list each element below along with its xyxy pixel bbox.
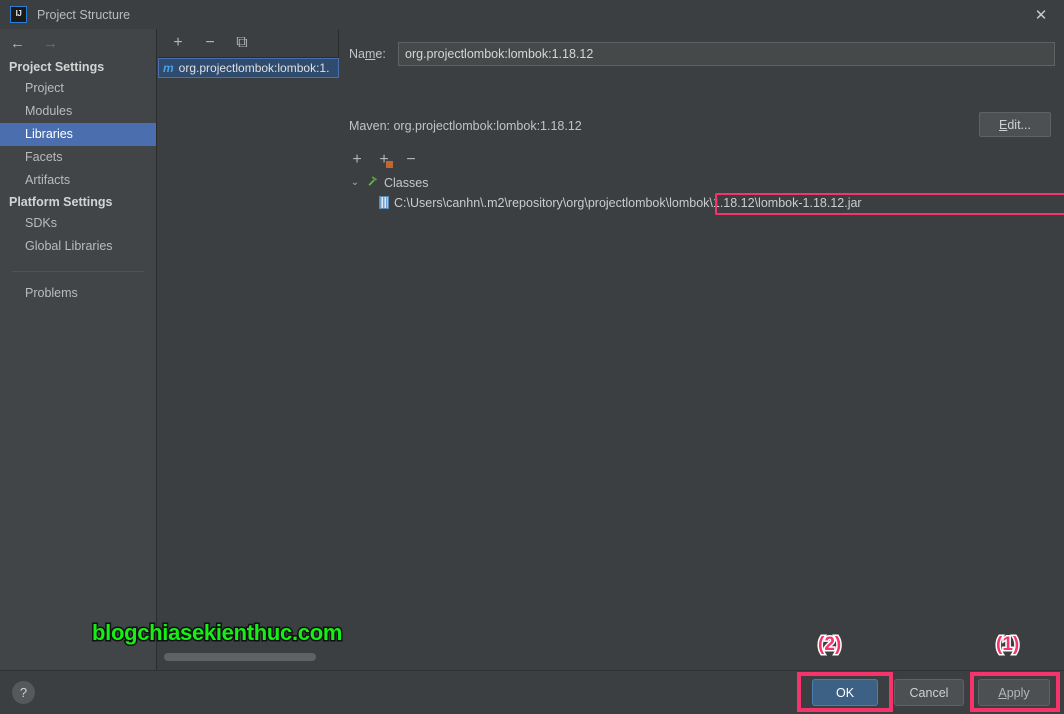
library-roots-tree: ⌄ Classes C:\Users\canhn\.m2\repository\… [349,173,1055,212]
cancel-button[interactable]: Cancel [894,679,964,706]
intellij-idea-logo-icon [10,6,27,23]
name-label: Name: [349,47,386,61]
ok-button[interactable]: OK [812,679,878,706]
window-title: Project Structure [37,7,131,22]
sidebar-group-platform-settings: Platform Settings SDKs Global Libraries [0,192,156,258]
sidebar-group-title: Project Settings [9,60,105,74]
sidebar-item-libraries[interactable]: Libraries [0,123,156,146]
copy-library-icon[interactable]: ⧉ [234,35,250,51]
maven-library-icon: m [163,61,174,75]
sidebar-item-problems[interactable]: Problems [0,282,156,305]
chevron-down-icon[interactable]: ⌄ [349,178,361,188]
sidebar-item-global-libraries[interactable]: Global Libraries [0,235,156,258]
sidebar-item-facets[interactable]: Facets [0,146,156,169]
library-list-toolbar: + − ⧉ [158,29,338,57]
library-roots-toolbar: + + − [349,149,419,171]
back-arrow-icon[interactable]: ← [10,36,25,51]
jar-archive-icon [379,196,389,209]
settings-sidebar: ← → Project Settings Project Modules Lib… [0,29,157,670]
project-structure-dialog: Project Structure ✕ ← → Project Settings… [0,0,1064,714]
sidebar-item-modules[interactable]: Modules [0,100,156,123]
apply-button[interactable]: Apply [978,679,1050,706]
tree-node-label: Classes [384,176,429,190]
tree-node-classes[interactable]: ⌄ Classes [349,173,1055,193]
dialog-body: ← → Project Settings Project Modules Lib… [0,29,1064,670]
list-item[interactable]: m org.projectlombok:lombok:1. [158,58,339,78]
sidebar-group-title: Platform Settings [9,195,113,209]
remove-root-icon[interactable]: − [403,152,419,168]
list-item-label: org.projectlombok:lombok:1. [178,61,330,75]
add-root-icon[interactable]: + [349,152,365,168]
remove-library-icon[interactable]: − [202,35,218,51]
add-library-icon[interactable]: + [170,35,186,51]
close-icon[interactable]: ✕ [1018,0,1064,29]
title-bar: Project Structure ✕ [0,0,1064,29]
sidebar-divider [12,271,144,272]
hammer-icon [366,174,379,192]
library-detail-pane: Name: Maven: org.projectlombok:lombok:1.… [340,29,1064,670]
edit-button[interactable]: Edit... [979,112,1051,137]
name-row: Name: [349,42,1055,66]
horizontal-scrollbar[interactable] [164,653,316,661]
navigation-arrows: ← → [0,29,156,57]
name-input[interactable] [398,42,1055,66]
tree-item-jar[interactable]: C:\Users\canhn\.m2\repository\org\projec… [379,193,1055,212]
sidebar-item-artifacts[interactable]: Artifacts [0,169,156,192]
jar-path-label: C:\Users\canhn\.m2\repository\org\projec… [394,195,862,210]
dialog-footer: ? OK Cancel Apply [0,670,1064,714]
library-list-pane: + − ⧉ m org.projectlombok:lombok:1. [158,29,339,670]
add-maven-dependency-icon[interactable]: + [376,152,393,168]
library-list-body: m org.projectlombok:lombok:1. [158,57,339,670]
forward-arrow-icon[interactable]: → [43,36,58,51]
sidebar-item-sdks[interactable]: SDKs [0,212,156,235]
help-button[interactable]: ? [12,681,35,704]
sidebar-group-project-settings: Project Settings Project Modules Librari… [0,57,156,192]
sidebar-item-project[interactable]: Project [0,77,156,100]
maven-coordinates-text: Maven: org.projectlombok:lombok:1.18.12 [349,119,582,133]
